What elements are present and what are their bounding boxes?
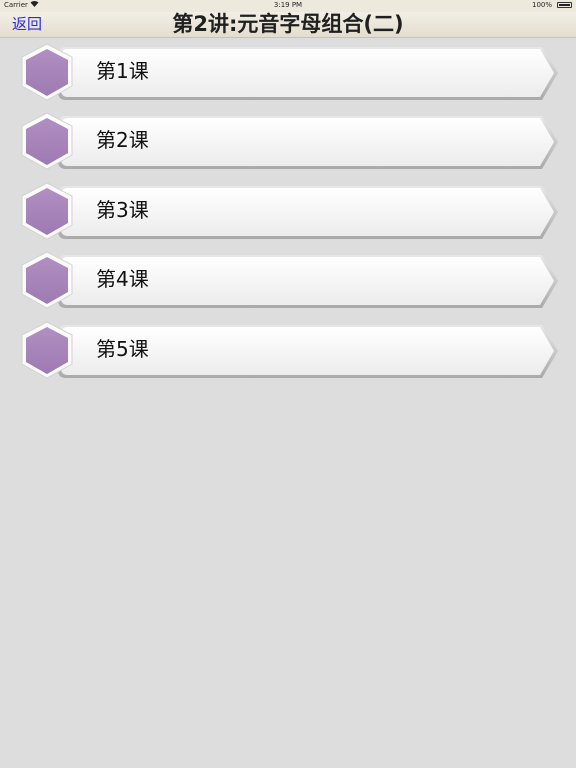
lesson-label-2: 第2课	[96, 128, 149, 152]
lesson-label-5: 第5课	[96, 337, 149, 361]
lesson-row-3[interactable]: 第3课	[18, 181, 563, 243]
battery-percent: 100%	[531, 1, 552, 9]
lesson-row-1[interactable]: 第1课	[18, 42, 563, 104]
status-bar: Carrier 3:19 PM 100%	[0, 0, 576, 12]
lesson-row-2[interactable]: 第2课	[18, 111, 563, 173]
lesson-label-1: 第1课	[96, 59, 149, 83]
lesson-row-5[interactable]: 第5课	[18, 320, 563, 382]
battery-icon	[557, 2, 572, 8]
page-title: 第2讲:元音字母组合(二)	[172, 12, 404, 36]
lesson-label-4: 第4课	[96, 267, 149, 291]
navigation-bar: 返回 第2讲:元音字母组合(二)	[0, 12, 576, 38]
clock-label: 3:19 PM	[273, 1, 303, 9]
lesson-row-4[interactable]: 第4课	[18, 250, 563, 312]
lesson-label-3: 第3课	[96, 198, 149, 222]
